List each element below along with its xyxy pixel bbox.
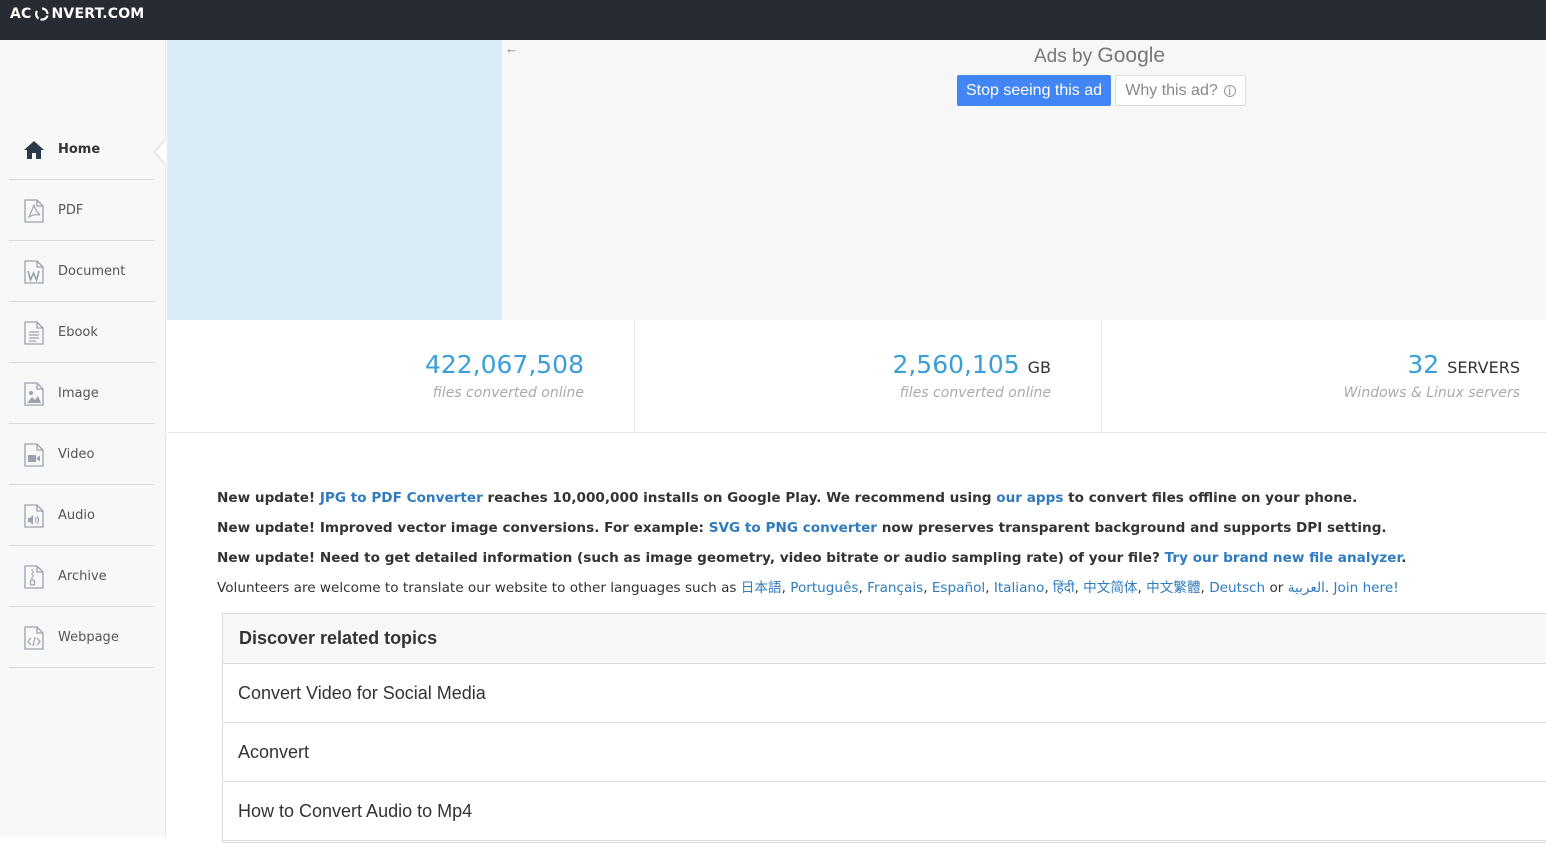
news-line-translate: Volunteers are welcome to translate our … xyxy=(217,580,1399,596)
stat-unit: SERVERS xyxy=(1447,358,1520,377)
news-line-jpg-to-pdf: New update! JPG to PDF Converter reaches… xyxy=(217,488,1537,518)
sidebar-item-label: Archive xyxy=(58,569,107,584)
news-text: to convert files offline on your phone. xyxy=(1063,490,1358,506)
sidebar-item-video[interactable]: Video xyxy=(9,425,154,485)
webpage-file-icon xyxy=(23,625,45,650)
site-logo[interactable]: AC NVERT.COM xyxy=(10,5,144,23)
logo-text-left: AC xyxy=(10,6,32,22)
language-link-it[interactable]: Italiano xyxy=(994,580,1045,596)
topic-item[interactable]: Aconvert xyxy=(223,723,1546,782)
stat-number: 32 xyxy=(1407,350,1440,379)
language-link-fr[interactable]: Français xyxy=(867,580,923,596)
join-here-link[interactable]: Join here! xyxy=(1334,580,1399,596)
jpg-to-pdf-link[interactable]: JPG to PDF Converter xyxy=(320,490,483,506)
language-link-de[interactable]: Deutsch xyxy=(1209,580,1265,596)
language-link-ar[interactable]: العربية xyxy=(1288,580,1325,596)
related-topics-panel: Discover related topics Convert Video fo… xyxy=(222,613,1546,843)
news-line-analyzer: New update! Need to get detailed informa… xyxy=(217,548,1537,578)
ads-by-text: Ads by xyxy=(1034,46,1093,67)
sidebar-item-label: Ebook xyxy=(58,325,98,340)
sidebar-item-ebook[interactable]: Ebook xyxy=(9,303,154,363)
ebook-file-icon xyxy=(23,320,45,345)
sidebar-item-label: Audio xyxy=(58,508,95,523)
topic-item[interactable]: How to Convert Audio to Mp4 xyxy=(223,782,1546,841)
video-file-icon xyxy=(23,442,45,467)
home-icon xyxy=(23,138,45,162)
stat-data-converted: 2,560,105 GB files converted online xyxy=(635,320,1102,432)
sidebar-item-label: Video xyxy=(58,447,95,462)
related-topics-header: Discover related topics xyxy=(223,614,1546,664)
sidebar-item-label: Image xyxy=(58,386,99,401)
sidebar-item-archive[interactable]: Archive xyxy=(9,547,154,607)
ads-by-google-label: Ads by Google xyxy=(1034,44,1165,68)
sidebar-item-document[interactable]: Document xyxy=(9,242,154,302)
news-text: now preserves transparent background and… xyxy=(877,520,1387,536)
google-wordmark: Google xyxy=(1097,44,1166,67)
stat-number: 422,067,508 xyxy=(424,350,584,379)
language-link-zh-tw[interactable]: 中文繁體 xyxy=(1146,580,1200,596)
stop-seeing-ad-button[interactable]: Stop seeing this ad xyxy=(957,75,1111,106)
stat-value: 2,560,105 GB xyxy=(892,350,1051,379)
language-link-zh-cn[interactable]: 中文简体 xyxy=(1083,580,1137,596)
archive-file-icon xyxy=(23,564,45,589)
logo-text-right: NVERT.COM xyxy=(51,6,145,22)
topic-label: Convert Video for Social Media xyxy=(238,683,486,703)
news-line-svg: New update! Improved vector image conver… xyxy=(217,518,1537,548)
news-text: New update! Need to get detailed informa… xyxy=(217,550,1165,566)
sidebar-item-audio[interactable]: Audio xyxy=(9,486,154,546)
stat-files-converted: 422,067,508 files converted online xyxy=(167,320,635,432)
language-link-pt[interactable]: Português xyxy=(790,580,858,596)
sidebar-item-label: Document xyxy=(58,264,126,279)
stat-caption: files converted online xyxy=(899,385,1051,401)
sidebar-item-label: PDF xyxy=(58,203,84,218)
language-link-ja[interactable]: 日本語 xyxy=(741,580,782,596)
stat-unit: GB xyxy=(1027,358,1051,377)
stat-servers: 32 SERVERS Windows & Linux servers xyxy=(1102,320,1546,432)
sidebar-item-pdf[interactable]: PDF xyxy=(9,181,154,241)
stat-caption: files converted online xyxy=(432,385,584,401)
document-file-icon xyxy=(23,259,45,284)
info-icon: i xyxy=(1223,84,1236,97)
file-analyzer-link[interactable]: Try our brand new file analyzer xyxy=(1165,550,1402,566)
stat-caption: Windows & Linux servers xyxy=(1343,385,1520,401)
news-text: New update! Improved vector image conver… xyxy=(217,520,709,536)
news-text: New update! xyxy=(217,490,320,506)
top-bar: AC NVERT.COM xyxy=(0,0,1546,40)
topic-label: Aconvert xyxy=(238,742,310,762)
audio-file-icon xyxy=(23,503,45,528)
stat-value: 32 SERVERS xyxy=(1407,350,1520,379)
svg-to-png-link[interactable]: SVG to PNG converter xyxy=(709,520,877,536)
pdf-file-icon xyxy=(23,198,45,223)
topic-item[interactable]: Convert Video for Social Media xyxy=(223,664,1546,723)
why-this-ad-label: Why this ad? xyxy=(1125,81,1218,99)
news-text: or xyxy=(1265,580,1288,596)
active-indicator xyxy=(155,140,166,164)
sidebar-item-image[interactable]: Image xyxy=(9,364,154,424)
sidebar-item-home[interactable]: Home xyxy=(9,120,154,180)
our-apps-link[interactable]: our apps xyxy=(996,490,1063,506)
news-text: . xyxy=(1401,550,1407,566)
ad-placeholder-image[interactable] xyxy=(167,40,502,320)
sidebar-item-label: Webpage xyxy=(58,630,119,645)
related-topics-title: Discover related topics xyxy=(239,628,438,648)
why-this-ad-button[interactable]: Why this ad? i xyxy=(1115,75,1246,106)
image-file-icon xyxy=(23,381,45,406)
sidebar-item-webpage[interactable]: Webpage xyxy=(9,608,154,668)
stat-value: 422,067,508 xyxy=(425,350,584,379)
language-link-es[interactable]: Español xyxy=(932,580,985,596)
news-text: Volunteers are welcome to translate our … xyxy=(217,580,741,596)
ad-back-arrow-icon[interactable]: ← xyxy=(505,41,518,56)
news-text: reaches 10,000,000 installs on Google Pl… xyxy=(482,490,997,506)
logo-convert-icon xyxy=(34,7,49,21)
topic-label: How to Convert Audio to Mp4 xyxy=(238,801,473,821)
news-section: New update! JPG to PDF Converter reaches… xyxy=(217,488,1537,608)
stats-bar: 422,067,508 files converted online 2,560… xyxy=(167,320,1546,433)
stat-number: 2,560,105 xyxy=(892,350,1020,379)
language-link-hi[interactable]: हिंदी xyxy=(1053,580,1074,596)
sidebar-item-label: Home xyxy=(58,142,101,157)
